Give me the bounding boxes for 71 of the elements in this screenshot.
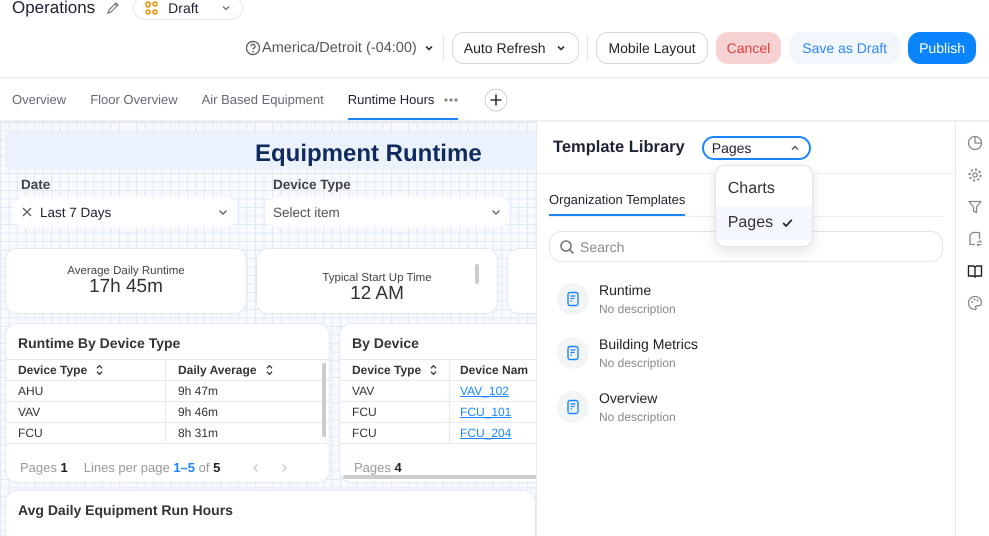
filter-icon[interactable]: [966, 199, 982, 215]
publish-button[interactable]: Publish: [908, 32, 976, 64]
timezone-dropdown[interactable]: America/Detroit (-04:00): [245, 40, 435, 56]
page-title: Operations: [12, 0, 96, 18]
auto-refresh-dropdown[interactable]: Auto Refresh: [452, 32, 580, 64]
pencil-icon[interactable]: [105, 0, 122, 16]
kpi-value: 12 AM: [350, 284, 404, 304]
search-icon: [559, 239, 575, 255]
document-swap-icon[interactable]: [966, 231, 982, 247]
device-link[interactable]: FCU_101: [460, 405, 512, 419]
template-description: No description: [599, 410, 676, 424]
device-link[interactable]: VAV_102: [460, 384, 509, 398]
scroll-thumb[interactable]: [475, 264, 479, 284]
kpi-value: 17h 45m: [89, 277, 163, 297]
template-description: No description: [599, 356, 677, 370]
panel-title: Template Library: [553, 138, 685, 157]
filter-select[interactable]: Select item: [265, 197, 510, 227]
table-cell: FCU: [6, 423, 166, 443]
page-tab[interactable]: Air Based Equipment: [202, 79, 324, 120]
table-cell: VAV: [6, 402, 166, 422]
table-cell: FCU: [340, 423, 450, 443]
check-icon: [781, 216, 794, 229]
filter-select[interactable]: Last 7 Days: [13, 197, 237, 227]
table-cell: AHU: [6, 381, 166, 401]
device-link[interactable]: FCU_204: [460, 426, 512, 440]
table-cell: FCU: [340, 402, 450, 422]
pages-count: Pages 1: [20, 460, 68, 475]
kpi-label: Typical Start Up Time: [322, 272, 432, 284]
column-header[interactable]: Device Type: [340, 360, 450, 380]
sort-icon: [95, 364, 104, 376]
document-icon: [557, 391, 589, 423]
scrollbar[interactable]: [343, 475, 536, 479]
sort-icon: [429, 364, 438, 376]
template-name[interactable]: Overview: [599, 390, 676, 406]
clear-icon[interactable]: [21, 206, 33, 218]
menu-option[interactable]: Charts: [716, 172, 812, 206]
kpi-label: Average Daily Runtime: [67, 265, 185, 277]
template-name[interactable]: Building Metrics: [599, 336, 698, 352]
pie-chart-icon[interactable]: [966, 135, 982, 151]
page-tab[interactable]: Runtime Hours: [348, 79, 458, 120]
status-icon: [144, 0, 160, 16]
status-dropdown[interactable]: Draft: [133, 0, 244, 20]
column-header[interactable]: Device Type: [6, 360, 166, 380]
document-icon: [557, 337, 589, 369]
settings-icon[interactable]: [966, 167, 982, 183]
dashboard-title: Equipment Runtime: [255, 140, 482, 168]
card-title: Avg Daily Equipment Run Hours: [17, 501, 234, 520]
sort-icon: [264, 364, 274, 376]
more-icon[interactable]: [444, 96, 458, 102]
card-title: By Device: [351, 334, 420, 353]
page-tab[interactable]: Overview: [12, 79, 66, 120]
page-tab[interactable]: Floor Overview: [90, 79, 178, 120]
library-tab[interactable]: Organization Templates: [549, 184, 686, 216]
table-cell: VAV: [340, 381, 450, 401]
menu-option[interactable]: Pages: [716, 206, 812, 240]
lines-per-page: Lines per page 1–5 of 5: [84, 460, 220, 475]
template-name[interactable]: Runtime: [599, 282, 676, 298]
filter-label: Device Type: [272, 177, 352, 192]
book-icon[interactable]: [966, 263, 982, 279]
column-header[interactable]: Device Nam: [450, 360, 536, 380]
palette-icon[interactable]: [966, 295, 982, 311]
layout-button[interactable]: Mobile Layout: [596, 32, 708, 64]
template-description: No description: [599, 302, 676, 316]
card-title: Runtime By Device Type: [17, 334, 182, 353]
filter-label: Date: [20, 177, 52, 192]
add-tab-icon[interactable]: [484, 88, 508, 112]
scrollbar[interactable]: [322, 363, 326, 437]
document-icon: [557, 283, 589, 315]
pages-count: Pages 4: [354, 460, 402, 475]
template-type-select[interactable]: Pages: [702, 136, 811, 160]
help-icon: [245, 40, 262, 56]
